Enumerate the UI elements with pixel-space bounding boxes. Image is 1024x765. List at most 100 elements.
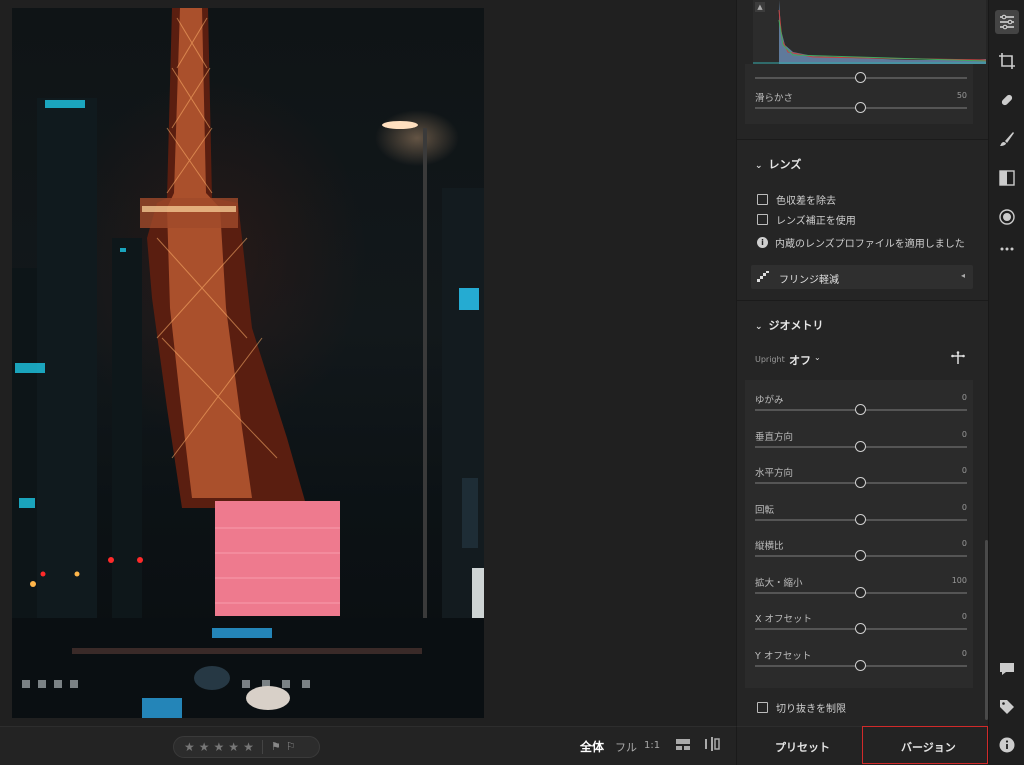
view-1to1-button[interactable]: 1:1 [644,740,660,751]
versions-tab[interactable]: バージョン [862,726,988,764]
slider-thumb[interactable] [855,550,866,561]
detail-slider-top[interactable] [755,60,967,88]
slider-thumb[interactable] [855,102,866,113]
constrain-crop-row[interactable]: 切り抜きを制限 [757,700,846,715]
chevron-down-icon[interactable]: ⌄ [814,353,821,362]
section-divider [737,300,989,301]
lens-section-title: レンズ [768,158,802,171]
slider-label: 垂直方向 [755,431,794,443]
chevron-down-icon: ⌄ [755,161,763,171]
photo-illustration [12,8,484,718]
star-rating-4[interactable]: ★ [228,737,239,757]
slider-value[interactable]: 0 [962,430,967,439]
photo-image[interactable] [12,8,484,718]
lens-profile-info-text: 内蔵のレンズプロファイルを適用しました [775,239,965,250]
healing-icon[interactable] [998,91,1016,109]
remove-ca-checkbox[interactable] [757,194,768,205]
chevron-down-icon: ⌄ [755,322,763,332]
geometry-sliders-box [745,380,973,688]
star-rating-2[interactable]: ★ [199,737,210,757]
remove-ca-label: 色収差を除去 [776,196,836,207]
chevron-left-icon[interactable]: ◂ [961,271,965,280]
defringe-label: フリンジ軽減 [779,275,839,286]
star-rating-3[interactable]: ★ [214,737,225,757]
upright-dropdown[interactable]: オフ [789,352,811,368]
info-icon: i [757,237,768,248]
slider-label: 拡大・縮小 [755,577,803,589]
tag-icon[interactable] [998,698,1016,716]
grid-view-icon[interactable] [674,736,692,752]
guided-upright-icon[interactable] [951,351,965,365]
photo-canvas-area [0,0,736,726]
geometry-section-title: ジオメトリ [768,319,824,332]
star-rating-1[interactable]: ★ [184,737,195,757]
lens-profile-checkbox-row[interactable]: レンズ補正を使用 [757,212,856,227]
presets-tab[interactable]: プリセット [775,739,830,755]
slider-label: 水平方向 [755,468,794,479]
slider-value[interactable]: 0 [962,539,967,548]
defringe-subsection[interactable]: フリンジ軽減 ◂ [751,265,973,289]
geometry-slider[interactable]: 拡大・縮小 100 [755,575,967,603]
lens-profile-label: レンズ補正を使用 [776,216,856,227]
histogram-graph [753,0,987,64]
slider-thumb[interactable] [855,659,866,671]
section-divider [737,139,989,140]
slider-label: X オフセット [755,614,813,625]
rating-flag-pill: ★ ★ ★ ★ ★ ⚑ ⚐ [173,736,320,758]
slider-thumb[interactable] [855,404,866,415]
slider-label: ゆがみ [755,395,784,406]
geometry-slider[interactable]: Y オフセット 0 [755,648,967,676]
geometry-section-header[interactable]: ⌄ ジオメトリ [755,317,824,333]
slider-thumb[interactable] [855,513,866,525]
slider-thumb[interactable] [855,586,866,598]
radial-gradient-icon[interactable] [998,208,1016,226]
remove-ca-checkbox-row[interactable]: 色収差を除去 [757,192,836,207]
pill-divider [261,740,263,754]
slider-thumb[interactable] [855,72,866,83]
geometry-slider[interactable]: 回転 0 [755,502,967,530]
slider-value[interactable]: 0 [962,503,967,512]
slider-value[interactable]: 100 [952,576,967,585]
linear-gradient-icon[interactable] [998,169,1016,187]
reject-flag-icon[interactable]: ⚐ [286,737,296,757]
slider-label: 滑らかさ [755,93,794,104]
lens-profile-info: i 内蔵のレンズプロファイルを適用しました [757,235,965,250]
panel-bottom-tabs: プリセット バージョン [736,726,989,765]
smoothness-slider[interactable]: 滑らかさ 50 [755,90,967,118]
slider-label: Y オフセット [755,650,812,662]
edit-sliders-icon[interactable] [995,10,1019,34]
histogram: ▲ ▲ [753,0,987,64]
view-fit-button[interactable]: 全体 [580,738,604,755]
slider-label: 回転 [755,504,775,516]
filmstrip-toolbar: ★ ★ ★ ★ ★ ⚑ ⚐ 全体 フル 1:1 [0,726,736,765]
defringe-icon [757,271,769,282]
comment-icon[interactable] [998,660,1016,678]
star-rating-5[interactable]: ★ [243,737,254,757]
tool-strip [988,0,1024,764]
more-icon[interactable] [998,240,1016,258]
geometry-slider[interactable]: ゆがみ 0 [755,392,967,420]
slider-thumb[interactable] [855,477,866,488]
constrain-crop-checkbox[interactable] [757,702,768,713]
info-icon[interactable] [998,736,1016,754]
slider-value[interactable]: 0 [962,393,967,402]
slider-thumb[interactable] [855,440,866,452]
brush-icon[interactable] [998,130,1016,148]
lens-profile-checkbox[interactable] [757,214,768,225]
slider-value[interactable]: 0 [962,612,967,621]
shadow-clipping-toggle[interactable]: ▲ [755,2,765,12]
geometry-slider[interactable]: X オフセット 0 [755,611,967,639]
slider-value[interactable]: 0 [962,649,967,658]
slider-value[interactable]: 50 [957,91,967,100]
slider-value[interactable]: 0 [962,466,967,475]
view-fill-button[interactable]: フル [615,739,637,755]
pick-flag-icon[interactable]: ⚑ [271,737,281,757]
geometry-slider[interactable]: 水平方向 0 [755,465,967,493]
geometry-slider[interactable]: 垂直方向 0 [755,429,967,457]
slider-thumb[interactable] [855,623,866,634]
geometry-slider[interactable]: 縦横比 0 [755,538,967,566]
crop-icon[interactable] [998,52,1016,70]
upright-label: Upright [755,355,785,364]
lens-section-header[interactable]: ⌄ レンズ [755,156,801,172]
compare-view-icon[interactable] [703,736,721,752]
